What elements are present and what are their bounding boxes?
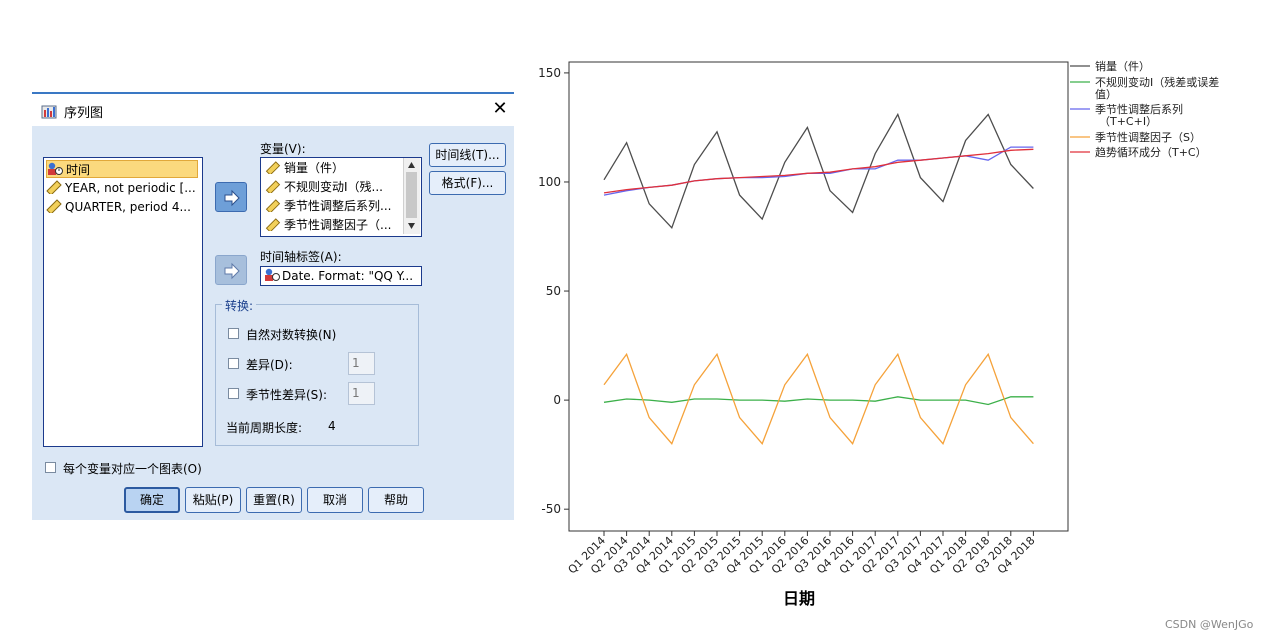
dialog-titlebar: 序列图 ✕ xyxy=(32,94,514,126)
time-lines-button[interactable]: 时间线(T)... xyxy=(429,143,506,167)
ruler-icon xyxy=(46,180,62,194)
ruler-icon xyxy=(265,218,281,233)
axis-label-value: Date. Format: "QQ Y... xyxy=(282,269,414,283)
variable-label: 不规则变动I（残... xyxy=(284,180,383,194)
plot-area xyxy=(568,61,1069,532)
one-chart-per-variable-label: 每个变量对应一个图表(O) xyxy=(63,462,202,476)
seasonal-difference-input[interactable]: 1 xyxy=(348,382,375,405)
legend-label: （T+C+I） xyxy=(1099,115,1157,128)
scroll-up-icon[interactable] xyxy=(407,161,416,169)
legend-label: 季节性调整后系列 xyxy=(1095,102,1183,116)
series-line xyxy=(603,148,1034,194)
ruler-icon xyxy=(265,199,281,214)
transform-group: 转换: 自然对数转换(N) 差异(D): 1 季节性差异(S): 1 当前周期长… xyxy=(215,297,419,446)
source-item-time[interactable]: 时间 xyxy=(46,160,198,178)
period-value: 4 xyxy=(328,419,336,433)
date-variable-icon xyxy=(48,162,63,175)
sequence-chart-dialog: 序列图 ✕ 时间 YEAR, not periodic [... QUARTER… xyxy=(32,92,514,520)
scroll-down-icon[interactable] xyxy=(407,222,416,230)
move-to-variables-button[interactable] xyxy=(215,182,247,212)
source-item-quarter[interactable]: QUARTER, period 4... xyxy=(46,198,198,216)
legend-label: 销量（件） xyxy=(1095,59,1150,73)
sequence-chart-icon xyxy=(41,105,57,119)
legend-label: 不规则变动I（残差或误差 xyxy=(1095,75,1219,89)
natural-log-checkbox[interactable] xyxy=(228,328,239,339)
legend-label: 值） xyxy=(1095,88,1117,101)
plot-frame xyxy=(568,61,1069,532)
ruler-icon xyxy=(46,199,62,213)
y-tick-label: -50 xyxy=(541,502,561,516)
source-item-label: 时间 xyxy=(66,163,91,177)
ok-button[interactable]: 确定 xyxy=(124,487,180,513)
variable-item[interactable]: 不规则变动I（残... xyxy=(265,178,405,197)
arrow-right-icon xyxy=(224,262,240,280)
natural-log-label: 自然对数转换(N) xyxy=(246,328,337,342)
cancel-button[interactable]: 取消 xyxy=(307,487,363,513)
axis-label-label: 时间轴标签(A): xyxy=(260,250,342,264)
variable-label: 季节性调整后系列... xyxy=(284,199,392,213)
series-line xyxy=(603,146,1034,196)
arrow-right-icon xyxy=(224,189,240,207)
source-item-label: YEAR, not periodic [... xyxy=(65,181,196,195)
sequence-chart: 150 100 50 0 -50 Q1 2014Q2 2014Q3 2014Q4 201… xyxy=(538,59,1219,608)
legend-label: 趋势循环成分（T+C） xyxy=(1095,146,1207,159)
source-variable-list[interactable]: 时间 YEAR, not periodic [... QUARTER, peri… xyxy=(43,157,203,447)
format-button[interactable]: 格式(F)... xyxy=(429,171,506,195)
variable-item[interactable]: 季节性调整因子（... xyxy=(265,216,405,235)
axis-label-field[interactable]: Date. Format: "QQ Y... xyxy=(260,266,422,286)
help-button[interactable]: 帮助 xyxy=(368,487,424,513)
y-axis: 150 100 50 0 -50 xyxy=(538,66,569,516)
one-chart-per-variable-checkbox[interactable] xyxy=(45,462,56,473)
variable-label: 季节性调整因子（... xyxy=(284,218,392,232)
x-axis-title: 日期 xyxy=(783,589,815,608)
y-tick-label: 150 xyxy=(538,66,561,80)
difference-checkbox[interactable] xyxy=(228,358,239,369)
variables-label: 变量(V): xyxy=(260,142,306,156)
difference-input[interactable]: 1 xyxy=(348,352,375,375)
reset-button[interactable]: 重置(R) xyxy=(246,487,302,513)
variables-list[interactable]: 销量（件） 不规则变动I（残... 季节性调整后系列... 季节性调整因子（..… xyxy=(260,157,422,237)
paste-button[interactable]: 粘贴(P) xyxy=(185,487,241,513)
series-line xyxy=(603,112,1034,230)
variable-label: 销量（件） xyxy=(284,161,345,175)
y-tick-label: 50 xyxy=(546,284,561,298)
source-item-label: QUARTER, period 4... xyxy=(65,200,191,214)
legend: 销量（件） 不规则变动I（残差或误差值）季节性调整后系列（T+C+I） 季节性调整因… xyxy=(1070,59,1219,159)
move-to-axis-label-button[interactable] xyxy=(215,255,247,285)
seasonal-difference-checkbox[interactable] xyxy=(228,388,239,399)
ruler-icon xyxy=(265,180,281,195)
period-label: 当前周期长度: xyxy=(226,421,303,435)
series-line xyxy=(603,396,1034,406)
close-button[interactable]: ✕ xyxy=(490,98,510,120)
seasonal-difference-label: 季节性差异(S): xyxy=(246,388,328,402)
transform-title: 转换: xyxy=(222,297,257,314)
difference-label: 差异(D): xyxy=(246,358,293,372)
dialog-title: 序列图 xyxy=(64,106,104,121)
date-variable-icon xyxy=(265,268,280,281)
scrollbar-thumb[interactable] xyxy=(406,172,417,218)
variable-item[interactable]: 销量（件） xyxy=(265,159,405,178)
y-tick-label: 100 xyxy=(538,175,561,189)
source-item-year[interactable]: YEAR, not periodic [... xyxy=(46,179,198,197)
variables-scrollbar[interactable] xyxy=(403,158,420,234)
watermark: CSDN @WenJGo xyxy=(1165,618,1254,631)
x-axis: Q1 2014Q2 2014Q3 2014Q4 2014Q1 2015Q2 20… xyxy=(566,531,1038,576)
legend-label: 季节性调整因子（S） xyxy=(1095,130,1201,144)
y-tick-label: 0 xyxy=(553,393,561,407)
ruler-icon xyxy=(265,161,281,176)
variable-item[interactable]: 季节性调整后系列... xyxy=(265,197,405,216)
